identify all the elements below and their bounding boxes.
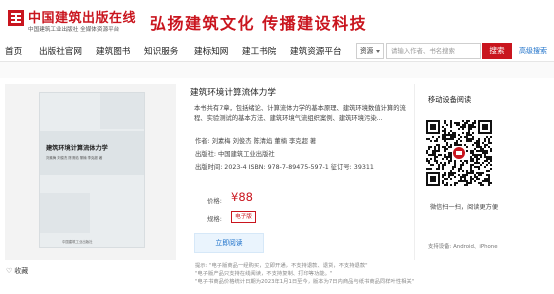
cover-decoration bbox=[100, 93, 144, 129]
cover-decoration bbox=[40, 193, 90, 233]
note-line: "电子版产品只支持在线阅读，不支持复制、打印等功能。" bbox=[195, 271, 333, 277]
column-divider bbox=[414, 84, 415, 260]
book-pubinfo: 出版时间: 2023-4 ISBN: 978-7-89475-597-1 征订号… bbox=[195, 164, 374, 171]
breadcrumb-bar bbox=[0, 62, 554, 78]
nav-item-standards[interactable]: 建标知网 bbox=[194, 45, 228, 57]
search-input[interactable]: 请输入作者、书名搜索 bbox=[386, 43, 481, 59]
search-button[interactable]: 搜索 bbox=[482, 43, 512, 59]
purchase-notes: 提示: "电子版商品一经购买，立即开通，不支持退款、退货，不支持退款" "电子版… bbox=[195, 262, 414, 286]
book-cover[interactable]: 建筑环境计算流体力学 刘素梅 刘俊杰 陈清焰 董楠 李克超 著 中国建筑工业出版… bbox=[39, 92, 145, 248]
scan-hint: 微信扫一扫，阅读更方便 bbox=[430, 204, 499, 211]
search-type-value: 资源 bbox=[360, 47, 374, 55]
book-description: 本书共有7章，包括绪论、计算流体力学的基本原理、建筑环境数值计算的流程、实验测试… bbox=[194, 105, 406, 122]
read-now-button[interactable]: 立即阅读 bbox=[194, 233, 264, 253]
cover-authors: 刘素梅 刘俊杰 陈清焰 董楠 李克超 著 bbox=[46, 156, 103, 160]
spec-label: 规格: bbox=[207, 215, 222, 223]
site-slogan: 弘扬建筑文化 传播建设科技 bbox=[150, 14, 368, 33]
book-publisher: 出版社: 中国建筑工业出版社 bbox=[195, 151, 275, 158]
heart-icon: ♡ bbox=[6, 267, 13, 275]
cover-publisher: 中国建筑工业出版社 bbox=[62, 240, 93, 244]
mobile-reading-title: 移动设备阅读 bbox=[428, 95, 472, 104]
price-value: ¥88 bbox=[231, 190, 253, 204]
cover-title: 建筑环境计算流体力学 bbox=[46, 145, 108, 152]
logo-seal-icon bbox=[8, 10, 24, 26]
supported-platforms: 支持设备: Android、iPhone bbox=[428, 244, 498, 250]
price-label: 价格: bbox=[207, 197, 222, 205]
cover-band bbox=[40, 131, 144, 175]
book-title: 建筑环境计算流体力学 bbox=[190, 88, 276, 98]
favorite-label: 收藏 bbox=[14, 267, 29, 275]
nav-item-home[interactable]: 首页 bbox=[5, 45, 22, 57]
note-line: 提示: "电子版商品一经购买，立即开通，不支持退款、退货，不支持退款" bbox=[195, 263, 368, 269]
favorite-button[interactable]: ♡ 收藏 bbox=[6, 266, 28, 276]
site-header: 中国建筑出版在线 中国建筑工业出版社 全媒体资源平台 弘扬建筑文化 传播建设科技 bbox=[0, 0, 554, 40]
book-authors: 作者: 刘素梅 刘俊杰 陈清焰 董楠 李克超 著 bbox=[195, 138, 317, 145]
chevron-down-icon bbox=[376, 50, 380, 53]
spec-option-ebook[interactable]: 电子版 bbox=[231, 211, 256, 223]
qr-code-icon bbox=[426, 120, 492, 186]
nav-item-resources[interactable]: 建筑资源平台 bbox=[290, 45, 342, 57]
nav-item-publisher-site[interactable]: 出版社官网 bbox=[39, 45, 82, 57]
advanced-search-link[interactable]: 高级搜索 bbox=[519, 46, 547, 56]
nav-item-academy[interactable]: 建工书院 bbox=[242, 45, 276, 57]
nav-item-books[interactable]: 建筑图书 bbox=[96, 45, 130, 57]
cover-panel: 建筑环境计算流体力学 刘素梅 刘俊杰 陈清焰 董楠 李克超 著 中国建筑工业出版… bbox=[5, 84, 176, 260]
search-type-select[interactable]: 资源 bbox=[356, 43, 384, 59]
qr-code bbox=[426, 120, 492, 186]
note-line: "电子书商品价格统计日期为2023年1月1日至今，版本为7日内商品与纸书商品同样… bbox=[195, 279, 415, 285]
nav-item-knowledge[interactable]: 知识服务 bbox=[144, 45, 178, 57]
site-logo-text[interactable]: 中国建筑出版在线 bbox=[28, 7, 136, 26]
site-logo-subtitle: 中国建筑工业出版社 全媒体资源平台 bbox=[28, 27, 120, 33]
